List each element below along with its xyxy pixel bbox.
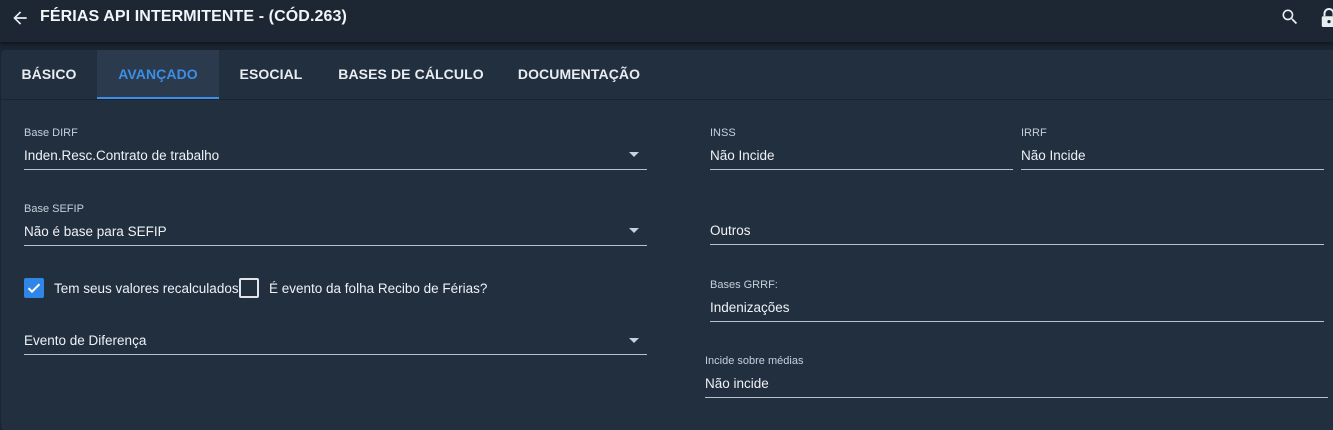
irrf-label: IRRF: [1021, 127, 1047, 139]
incide-medias-underline: [705, 397, 1328, 398]
inss-underline: [710, 169, 1013, 170]
outros-value: Outros: [710, 223, 751, 238]
bases-grrf-field[interactable]: Bases GRRF: Indenizações: [710, 279, 1324, 323]
form-panel: BÁSICO AVANÇADO ESOCIAL BASES DE CÁLCULO…: [1, 50, 1333, 430]
incide-medias-label: Incide sobre médias: [705, 355, 804, 367]
bases-grrf-label: Bases GRRF:: [710, 279, 778, 291]
tab-documentacao[interactable]: DOCUMENTAÇÃO: [499, 50, 659, 99]
inss-field[interactable]: INSS Não Incide: [710, 127, 1013, 171]
top-app-bar: FÉRIAS API INTERMITENTE - (CÓD.263): [0, 0, 1333, 42]
base-sefip-underline: [24, 245, 647, 246]
recalculados-checkbox[interactable]: [24, 278, 44, 298]
lock-icon[interactable]: [1320, 7, 1333, 29]
search-icon[interactable]: [1280, 7, 1300, 27]
base-sefip-value: Não é base para SEFIP: [24, 224, 167, 239]
evento-diferenca-value: Evento de Diferença: [24, 333, 147, 348]
bases-grrf-underline: [710, 321, 1324, 322]
irrf-value: Não Incide: [1021, 148, 1086, 163]
outros-field[interactable]: Outros: [710, 220, 1324, 246]
inss-value: Não Incide: [710, 148, 775, 163]
evento-diferenca-underline: [24, 354, 647, 355]
incide-medias-field[interactable]: Incide sobre médias Não incide: [705, 355, 1328, 399]
base-dirf-value: Inden.Resc.Contrato de trabalho: [24, 148, 220, 163]
base-sefip-select[interactable]: Base SEFIP Não é base para SEFIP: [24, 203, 647, 247]
base-sefip-label: Base SEFIP: [24, 203, 84, 215]
page-title: FÉRIAS API INTERMITENTE - (CÓD.263): [40, 8, 347, 25]
check-icon: [27, 283, 41, 294]
base-dirf-label: Base DIRF: [24, 127, 78, 139]
recibo-ferias-checkbox[interactable]: [239, 278, 259, 298]
incide-medias-value: Não incide: [705, 376, 769, 391]
tab-bar: BÁSICO AVANÇADO ESOCIAL BASES DE CÁLCULO…: [1, 50, 1333, 100]
base-dirf-underline: [24, 169, 647, 170]
chevron-down-icon[interactable]: [629, 228, 639, 233]
recibo-ferias-label: É evento da folha Recibo de Férias?: [269, 281, 488, 296]
chevron-down-icon[interactable]: [629, 338, 639, 343]
tab-basico[interactable]: BÁSICO: [1, 50, 97, 99]
irrf-field[interactable]: IRRF Não Incide: [1021, 127, 1324, 171]
chevron-down-icon[interactable]: [629, 152, 639, 157]
evento-diferenca-select[interactable]: Evento de Diferença: [24, 330, 647, 356]
irrf-underline: [1021, 169, 1324, 170]
tab-bases-de-calculo[interactable]: BASES DE CÁLCULO: [323, 50, 499, 99]
outros-underline: [710, 244, 1324, 245]
tab-esocial[interactable]: ESOCIAL: [219, 50, 323, 99]
base-dirf-select[interactable]: Base DIRF Inden.Resc.Contrato de trabalh…: [24, 127, 647, 171]
inss-label: INSS: [710, 127, 736, 139]
arrow-left-icon[interactable]: [10, 8, 30, 28]
tab-avancado[interactable]: AVANÇADO: [97, 50, 219, 99]
recalculados-label: Tem seus valores recalculados: [54, 281, 239, 296]
bases-grrf-value: Indenizações: [710, 300, 790, 315]
